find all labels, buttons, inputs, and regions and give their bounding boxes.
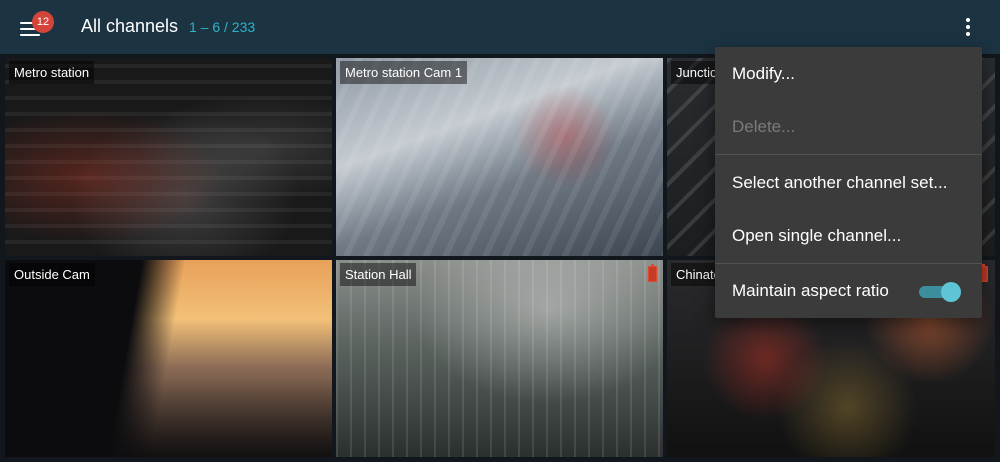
menu-item-modify[interactable]: Modify... [715, 49, 982, 99]
camera-feed [336, 58, 663, 256]
menu-item-maintain-aspect-ratio[interactable]: Maintain aspect ratio [715, 266, 982, 316]
more-vert-icon [966, 18, 970, 22]
channel-tile-outside-cam[interactable]: Outside Cam [5, 260, 332, 457]
channel-tile-metro-station[interactable]: Metro station [5, 58, 332, 256]
camera-feed [5, 260, 332, 457]
channel-range: 1 – 6 / 233 [189, 19, 256, 35]
menu-divider [715, 154, 982, 155]
aspect-ratio-label: Maintain aspect ratio [732, 281, 889, 300]
camera-feed [5, 58, 332, 256]
menu-divider [715, 263, 982, 264]
hamburger-icon-line [20, 34, 40, 36]
toggle-knob [941, 282, 961, 302]
camera-feed [336, 260, 663, 457]
overflow-menu: Modify... Delete... Select another chann… [715, 47, 982, 318]
battery-alert-icon [648, 264, 657, 282]
channel-label: Metro station Cam 1 [340, 61, 468, 84]
notification-badge: 12 [32, 11, 54, 33]
menu-item-open-single-channel[interactable]: Open single channel... [715, 211, 982, 261]
aspect-ratio-toggle[interactable] [919, 282, 961, 302]
channel-label: Station Hall [340, 263, 417, 286]
menu-item-delete: Delete... [732, 117, 796, 136]
channel-label: Outside Cam [9, 263, 95, 286]
more-vert-icon-dot [966, 25, 970, 29]
channel-label: Metro station [9, 61, 95, 84]
more-vert-icon-dot [966, 32, 970, 36]
menu-item-select-channel-set[interactable]: Select another channel set... [715, 158, 982, 208]
channel-tile-station-hall[interactable]: Station Hall [336, 260, 663, 457]
page-title: All channels [81, 16, 179, 36]
more-vert-button[interactable] [956, 14, 980, 40]
channel-tile-metro-station-cam-1[interactable]: Metro station Cam 1 [336, 58, 663, 256]
top-app-bar: 12 All channels 1 – 6 / 233 [0, 0, 1000, 54]
